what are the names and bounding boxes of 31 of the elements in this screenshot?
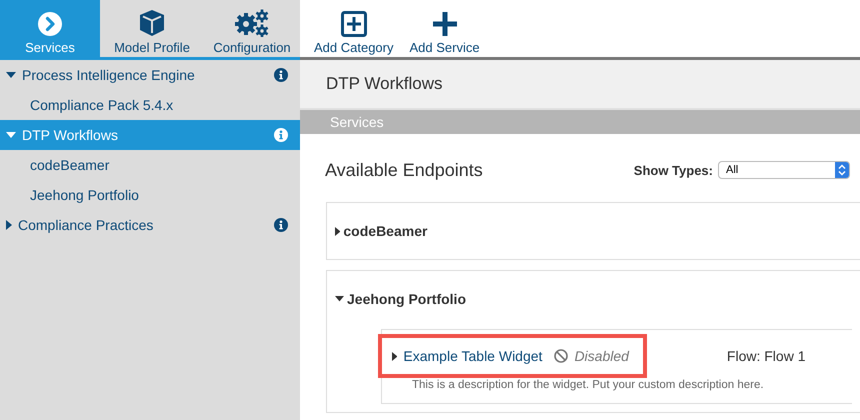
tree-item[interactable]: Compliance Pack 5.4.x [0,90,300,120]
info-icon[interactable] [274,218,288,232]
tree-item[interactable]: codeBeamer [0,150,300,180]
blocked-icon [554,349,568,363]
caret-down-icon [6,72,16,78]
tree-item[interactable]: Jeehong Portfolio [0,180,300,210]
caret-down-icon [6,132,16,138]
flow-label: Flow: Flow 1 [726,348,806,364]
caret-right-icon [392,352,398,360]
cube-icon [139,9,165,37]
plus-icon [432,11,458,37]
endpoint-toggle[interactable]: Jeehong Portfolio [335,291,852,319]
tree-item[interactable]: Process Intelligence Engine [0,60,300,90]
caret-right-icon [335,226,340,236]
plus-box-icon [340,11,367,37]
endpoint-toggle[interactable]: codeBeamer [335,223,852,251]
gears-icon [234,9,270,37]
page-title: DTP Workflows [326,74,443,94]
caret-down-icon [335,296,344,302]
updown-icon [838,164,846,176]
chevron-circle-icon [37,11,63,37]
widget-description: This is a description for the widget. Put your custom description here. [411,379,765,391]
tree-item[interactable]: Compliance Practices [0,210,300,240]
section-heading: Available Endpoints [325,160,483,180]
info-icon[interactable] [274,68,288,82]
widget-link[interactable]: Example Table Widget [403,348,542,364]
section-title: Services [330,114,384,130]
status-label: Disabled [574,348,629,364]
type-dropdown[interactable]: All [718,161,850,179]
caret-right-icon [6,220,12,230]
filter-label: Show Types: [634,162,713,178]
